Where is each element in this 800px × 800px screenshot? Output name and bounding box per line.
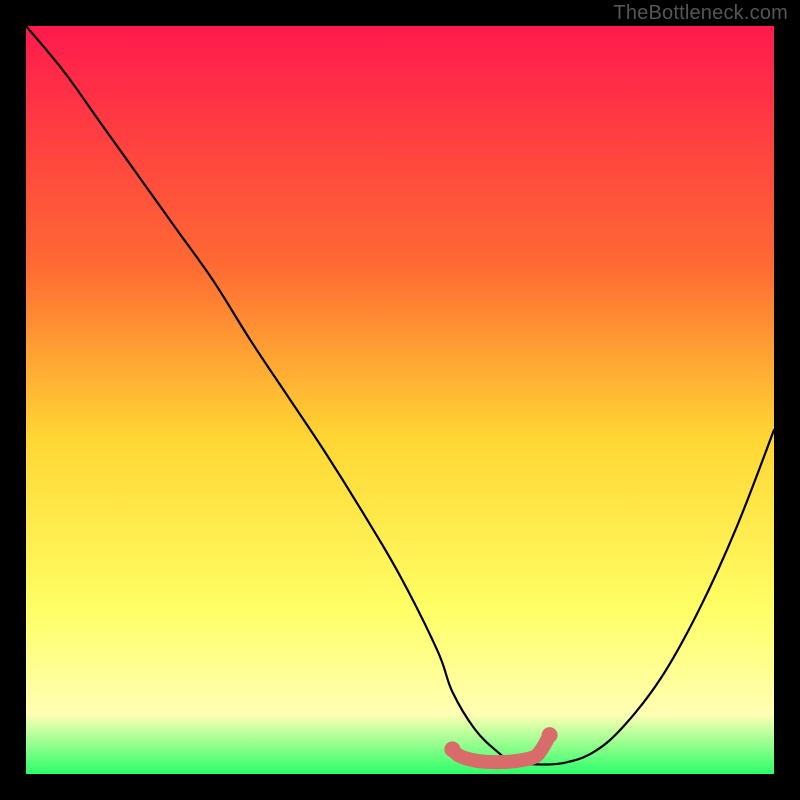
gradient-plot-area (26, 26, 774, 774)
chart-svg (0, 0, 800, 800)
marker-end-dot (542, 727, 558, 743)
marker-start-dot (444, 741, 460, 757)
chart-stage (0, 0, 800, 800)
watermark-text: TheBottleneck.com (613, 2, 788, 25)
